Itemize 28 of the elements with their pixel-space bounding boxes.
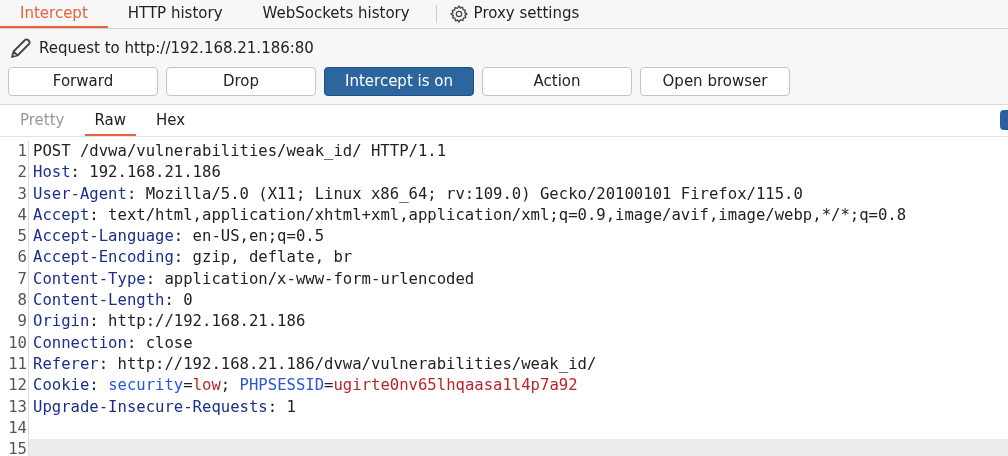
panel-toggle-icon[interactable] <box>1000 110 1008 130</box>
settings-icon <box>448 3 469 24</box>
code-line: Content-Length: 0 <box>32 290 193 312</box>
toolbar-button[interactable]: Action <box>482 67 632 96</box>
proxy-tab[interactable]: WebSockets history <box>242 1 430 28</box>
toolbar-button[interactable]: Forward <box>8 67 158 96</box>
pencil-icon <box>9 36 33 60</box>
code-line: Referer: http://192.168.21.186/dvwa/vulnerabilities/weak_id/ <box>32 353 597 375</box>
editor-tab[interactable]: Hex <box>146 106 196 136</box>
code-line: Accept-Language: en-US,en;q=0.5 <box>32 226 325 248</box>
editor-tab[interactable]: Raw <box>84 106 137 136</box>
code-line: Cookie: security=low; PHPSESSID=ugirte0nv65lhqaasa1l4p7a92 <box>32 375 578 397</box>
code-line: Accept-Encoding: gzip, deflate, br <box>32 247 353 269</box>
code-line: Connection: close <box>32 332 193 354</box>
request-title: Request to http://192.168.21.186:80 <box>39 37 314 59</box>
code-line: POST /dvwa/vulnerabilities/weak_id/ HTTP/1.1 <box>32 141 447 162</box>
line-number: 15 <box>0 439 29 456</box>
code-line: Accept: text/html,application/xhtml+xml,application/xml;q=0.9,image/avif,image/webp,*/*;q=0.8 <box>32 204 907 226</box>
toolbar-button[interactable]: Drop <box>166 67 316 96</box>
toolbar-button[interactable]: Intercept is on <box>324 67 474 96</box>
code-line: User-Agent: Mozilla/5.0 (X11; Linux x86_64; rv:109.0) Gecko/20100101 Firefox/115.0 <box>32 183 803 205</box>
toolbar-button[interactable]: Open browser <box>640 67 790 96</box>
code-line: Origin: http://192.168.21.186 <box>32 311 306 333</box>
proxy-settings-button[interactable]: Proxy settings <box>442 1 586 28</box>
proxy-tab[interactable]: HTTP history <box>107 1 243 28</box>
code-line: Content-Type: application/x-www-form-urlencoded <box>32 268 475 290</box>
code-line: Host: 192.168.21.186 <box>32 162 221 184</box>
code-line: Upgrade-Insecure-Requests: 1 <box>32 396 296 418</box>
